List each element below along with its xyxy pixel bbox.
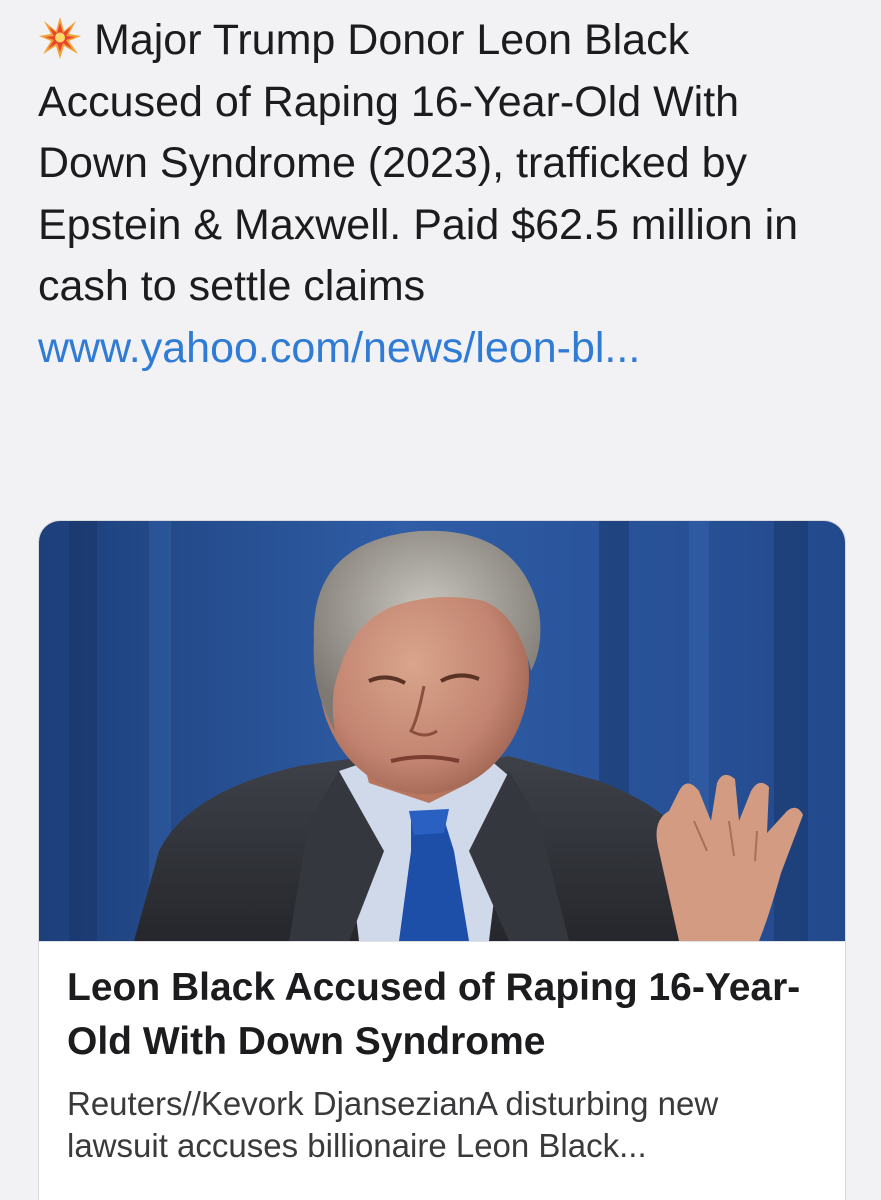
post-text: Major Trump Donor Leon Black Accused of … (38, 10, 858, 379)
post-link[interactable]: www.yahoo.com/news/leon-bl... (38, 324, 640, 372)
collision-icon (39, 17, 81, 59)
post-body: Major Trump Donor Leon Black Accused of … (38, 16, 799, 310)
card-title[interactable]: Leon Black Accused of Raping 16-Year-Old… (67, 961, 827, 1069)
post: Major Trump Donor Leon Black Accused of … (0, 0, 881, 1200)
card-description: Reuters//Kevork DjansezianA disturbing n… (67, 1085, 719, 1164)
card-divider (39, 941, 845, 942)
preview-image (39, 521, 845, 941)
link-preview-card[interactable]: Leon Black Accused of Raping 16-Year-Old… (38, 520, 846, 1200)
